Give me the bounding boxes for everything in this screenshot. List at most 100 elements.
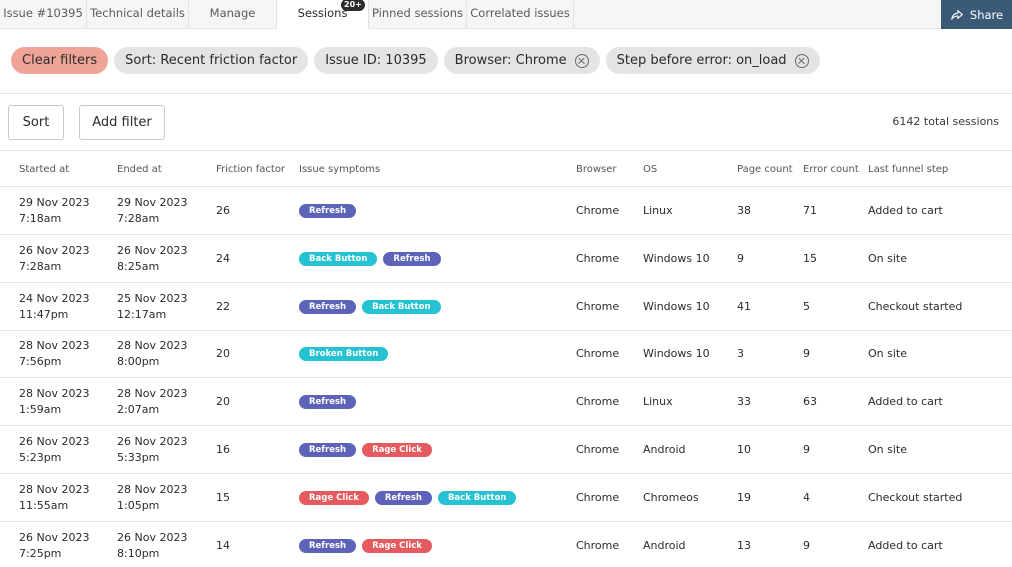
tab-manage-label: Manage [209,6,256,20]
friction-factor-cell: 20 [216,395,230,409]
column-header-ended-at[interactable]: Ended at [117,164,162,175]
table-row[interactable]: 26 Nov 2023 7:25pm 26 Nov 2023 8:10pm 14 Refr… [0,522,1012,567]
tab-correlated-issues[interactable]: Correlated issues [467,0,574,28]
column-header-os[interactable]: OS [643,164,657,175]
symptom-tag-rage-click: Rage Click [299,490,369,505]
browser-cell: Chrome [576,347,620,361]
table-row[interactable]: 24 Nov 2023 11:47pm 25 Nov 2023 12:17am 22 Re… [0,283,1012,331]
ended-at-time: 7:28am [117,212,160,225]
page-count-cell: 38 [737,204,751,217]
symptom-tag-refresh: Refresh [374,490,432,505]
page-count-cell: 41 [737,299,751,313]
add-filter-button-label: Add filter [92,115,152,130]
remove-filter-icon[interactable] [574,53,589,68]
filter-chip-browser[interactable]: Browser: Chrome [443,47,600,74]
clear-filters-button[interactable]: Clear filters [11,47,109,74]
tab-pinned-sessions[interactable]: Pinned sessions [369,0,467,28]
os-cell: Chromeos [643,490,699,504]
sort-button[interactable]: Sort [8,105,64,140]
issue-symptoms-cell: Refresh Rage Click [299,443,432,457]
started-at-time: 5:23pm [19,451,62,464]
column-header-browser[interactable]: Browser [576,164,617,175]
page-count-cell: 33 [737,395,751,409]
tab-manage[interactable]: Manage [189,0,277,28]
browser-cell: Chrome [576,395,620,409]
table-row[interactable]: 29 Nov 2023 7:18am 29 Nov 2023 7:28am 26 Refr… [0,187,1012,235]
page-count-cell: 19 [737,490,751,504]
last-funnel-step-cell: Added to cart [868,204,943,217]
started-at-time: 7:28am [19,259,62,273]
divider [0,93,1012,94]
column-header-last-funnel-step[interactable]: Last funnel step [868,164,948,175]
filter-chip-step-before-error[interactable]: Step before error: on_load [605,47,820,74]
column-header-page-count[interactable]: Page count [737,164,793,175]
filter-chip-label: Step before error: on_load [616,53,787,68]
ended-at-date: 26 Nov 2023 [117,243,188,257]
ended-at-cell: 26 Nov 2023 8:10pm [117,530,187,562]
tab-technical-details-label: Technical details [90,6,185,20]
sessions-count-badge: 20+ [341,0,365,11]
table-row[interactable]: 28 Nov 2023 11:55am 28 Nov 2023 1:05pm 15 Rag… [0,474,1012,522]
column-header-error-count[interactable]: Error count [803,164,859,175]
table-row[interactable]: 26 Nov 2023 5:23pm 26 Nov 2023 5:33pm 16 Refr… [0,426,1012,474]
filter-chip-label: Browser: Chrome [454,53,567,68]
ended-at-date: 28 Nov 2023 [117,482,188,496]
tab-bar: Issue #10395 Technical details Manage Se… [0,0,1012,29]
browser-cell: Chrome [576,204,620,217]
table-row[interactable]: 28 Nov 2023 7:56pm 28 Nov 2023 8:00pm 20 Brok… [0,330,1012,379]
started-at-date: 28 Nov 2023 [19,339,90,353]
total-sessions-count: 6142 total sessions [892,115,999,128]
share-icon [951,9,963,20]
friction-factor-cell: 20 [216,347,230,361]
started-at-cell: 24 Nov 2023 11:47pm [19,291,89,323]
tab-correlated-issues-label: Correlated issues [470,6,570,20]
os-cell: Linux [643,395,673,409]
symptom-tag-refresh: Refresh [299,204,357,218]
ended-at-time: 8:10pm [117,546,160,560]
friction-factor-cell: 16 [216,443,230,456]
filter-chip-label: Sort: Recent friction factor [125,53,298,68]
started-at-date: 26 Nov 2023 [19,530,90,544]
ended-at-date: 26 Nov 2023 [117,435,188,448]
clear-filters-label: Clear filters [22,53,98,68]
table-row[interactable]: 28 Nov 2023 1:59am 28 Nov 2023 2:07am 20 Refr… [0,378,1012,427]
ended-at-cell: 29 Nov 2023 7:28am [117,195,187,227]
error-count-cell: 5 [803,299,810,313]
tab-technical-details[interactable]: Technical details [87,0,189,28]
error-count-cell: 9 [803,443,810,456]
tab-issue[interactable]: Issue #10395 [0,0,87,28]
add-filter-button[interactable]: Add filter [79,105,165,140]
filter-chip-sort[interactable]: Sort: Recent friction factor [114,47,309,74]
started-at-time: 11:47pm [19,307,69,321]
ended-at-cell: 25 Nov 2023 12:17am [117,291,187,323]
os-cell: Windows 10 [643,347,710,361]
filter-chip-issue-id[interactable]: Issue ID: 10395 [314,47,438,74]
remove-filter-icon[interactable] [794,53,809,68]
last-funnel-step-cell: Added to cart [868,538,943,552]
column-header-friction-factor[interactable]: Friction factor [216,164,285,175]
filter-chips: Clear filters Sort: Recent friction fact… [11,47,820,74]
os-cell: Linux [643,204,673,217]
friction-factor-cell: 14 [216,538,230,552]
tab-sessions[interactable]: Sessions 20+ [277,0,369,29]
column-header-issue-symptoms[interactable]: Issue symptoms [299,164,380,175]
symptom-tag-rage-click: Rage Click [362,443,432,457]
browser-cell: Chrome [576,251,620,265]
started-at-cell: 26 Nov 2023 7:28am [19,243,89,275]
page-count-cell: 10 [737,443,751,456]
started-at-time: 7:25pm [19,546,62,560]
tab-pinned-sessions-label: Pinned sessions [371,6,464,20]
table-row[interactable]: 26 Nov 2023 7:28am 26 Nov 2023 8:25am 24 Back… [0,235,1012,283]
started-at-date: 24 Nov 2023 [19,291,90,305]
last-funnel-step-cell: On site [868,251,907,265]
error-count-cell: 63 [803,395,817,409]
column-header-started-at[interactable]: Started at [19,164,69,175]
share-label: Share [969,7,1004,22]
filter-chip-label: Issue ID: 10395 [325,53,427,68]
ended-at-date: 29 Nov 2023 [117,196,188,209]
started-at-date: 26 Nov 2023 [19,243,90,257]
ended-at-time: 5:33pm [117,451,160,464]
error-count-cell: 9 [803,347,810,361]
browser-cell: Chrome [576,299,620,313]
share-button[interactable]: Share [941,0,1012,29]
